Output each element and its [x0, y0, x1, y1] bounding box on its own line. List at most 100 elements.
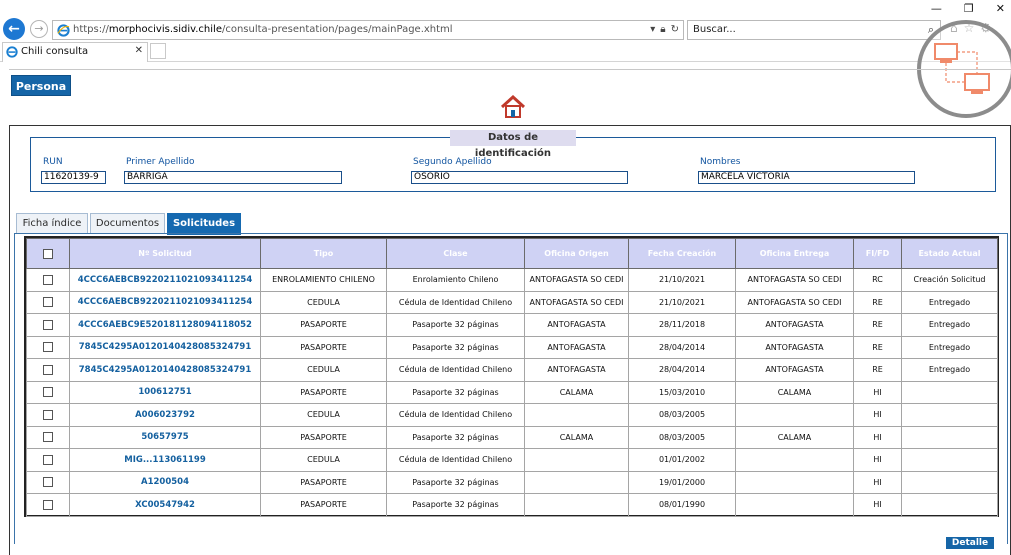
- lock-icon[interactable]: 🔒︎: [660, 24, 665, 35]
- search-box[interactable]: Buscar... ⌕: [687, 20, 941, 40]
- ie-logo-icon: [57, 24, 70, 37]
- table-cell: [901, 470, 998, 494]
- nombres-field[interactable]: MARCELA VICTORIA: [698, 171, 915, 184]
- back-arrow-icon: ←: [8, 21, 20, 37]
- table-cell: PASAPORTE: [260, 313, 387, 337]
- solicitud-link[interactable]: 4CCC6AEBCB9220211021093411254: [69, 290, 261, 314]
- col-header[interactable]: Fecha Creación: [628, 238, 736, 269]
- col-header[interactable]: Tipo: [260, 238, 387, 269]
- forward-arrow-icon: →: [34, 22, 44, 35]
- back-button[interactable]: ←: [3, 18, 25, 40]
- select-all-checkbox[interactable]: [43, 248, 53, 259]
- run-label: RUN: [43, 157, 63, 167]
- table-cell: ENROLAMIENTO CHILENO: [260, 268, 387, 292]
- segundo-apellido-label: Segundo Apellido: [413, 157, 492, 167]
- detalle-button[interactable]: Detalle: [946, 537, 994, 549]
- row-checkbox[interactable]: [43, 342, 53, 353]
- dropdown-icon[interactable]: ▾: [650, 24, 655, 35]
- table-cell: 08/03/2005: [628, 403, 736, 427]
- tab-solicitudes[interactable]: Solicitudes: [167, 213, 241, 235]
- table-cell: RC: [853, 268, 902, 292]
- row-checkbox[interactable]: [43, 454, 53, 465]
- primer-apellido-field[interactable]: BARRIGA: [124, 171, 342, 184]
- primer-apellido-label: Primer Apellido: [126, 157, 195, 167]
- table-row[interactable]: A1200504 PASAPORTE Pasaporte 32 páginas 19/…: [26, 470, 998, 494]
- table-row[interactable]: XC00547942 PASAPORTE Pasaporte 32 páginas 0…: [26, 493, 998, 517]
- solicitud-link[interactable]: MIG...113061199: [69, 448, 261, 472]
- solicitud-link[interactable]: A006023792: [69, 403, 261, 427]
- solicitud-link[interactable]: 7845C4295A0120140428085324791: [69, 335, 261, 359]
- table-cell: RE: [853, 335, 902, 359]
- table-row[interactable]: 4CCC6AEBC9E520181128094118052 PASAPORTE Pa…: [26, 313, 998, 337]
- table-row[interactable]: 7845C4295A0120140428085324791 PASAPORTE Pa…: [26, 335, 998, 359]
- tab-documentos[interactable]: Documentos: [90, 213, 165, 234]
- solicitud-link[interactable]: 4CCC6AEBC9E520181128094118052: [69, 313, 261, 337]
- table-cell: [524, 493, 629, 517]
- tab-close-icon[interactable]: ✕: [135, 45, 143, 56]
- table-cell: Creación Solicitud: [901, 268, 998, 292]
- solicitud-link[interactable]: 100612751: [69, 380, 261, 404]
- fieldset-legend: Datos de identificación: [450, 130, 576, 159]
- table-cell: [735, 470, 854, 494]
- home-icon[interactable]: [500, 95, 526, 119]
- table-cell: 28/04/2014: [628, 335, 736, 359]
- run-field[interactable]: 11620139-9: [41, 171, 106, 184]
- table-cell: CALAMA: [524, 425, 629, 449]
- table-cell: 08/03/2005: [628, 425, 736, 449]
- row-checkbox[interactable]: [43, 477, 53, 488]
- table-row[interactable]: 50657975 PASAPORTE Pasaporte 32 páginas CAL…: [26, 425, 998, 449]
- row-checkbox[interactable]: [43, 432, 53, 443]
- col-header[interactable]: Oficina Origen: [524, 238, 629, 269]
- table-row[interactable]: 100612751 PASAPORTE Pasaporte 32 páginas CA…: [26, 380, 998, 404]
- minimize-button[interactable]: —: [931, 2, 942, 15]
- table-cell: Pasaporte 32 páginas: [386, 313, 525, 337]
- refresh-icon[interactable]: ↻: [671, 24, 679, 35]
- row-checkbox[interactable]: [43, 499, 53, 510]
- tab-ficha-indice[interactable]: Ficha índice: [16, 213, 88, 234]
- solicitud-link[interactable]: 50657975: [69, 425, 261, 449]
- address-row: ← → https://morphocivis.sidiv.chile/cons…: [0, 18, 1011, 42]
- row-checkbox[interactable]: [43, 319, 53, 330]
- table-cell: Cédula de Identidad Chileno: [386, 403, 525, 427]
- col-header[interactable]: Oficina Entrega: [735, 238, 854, 269]
- table-cell: Cédula de Identidad Chileno: [386, 290, 525, 314]
- solicitud-link[interactable]: 7845C4295A0120140428085324791: [69, 358, 261, 382]
- solicitud-link[interactable]: 4CCC6AEBCB9220211021093411254: [69, 268, 261, 292]
- table-cell: PASAPORTE: [260, 470, 387, 494]
- row-checkbox[interactable]: [43, 274, 53, 285]
- table-cell: ANTOFAGASTA SO CEDI: [735, 268, 854, 292]
- table-cell: RE: [853, 358, 902, 382]
- table-cell: CALAMA: [524, 380, 629, 404]
- table-row[interactable]: 7845C4295A0120140428085324791 CEDULA Cédul…: [26, 358, 998, 382]
- address-bar[interactable]: https://morphocivis.sidiv.chile/consulta…: [52, 20, 684, 40]
- solicitud-link[interactable]: A1200504: [69, 470, 261, 494]
- table-row[interactable]: 4CCC6AEBCB9220211021093411254 ENROLAMIENT…: [26, 268, 998, 292]
- row-checkbox[interactable]: [43, 409, 53, 420]
- close-window-button[interactable]: ✕: [996, 2, 1005, 15]
- row-checkbox[interactable]: [43, 364, 53, 375]
- col-header[interactable]: Nº Solicitud: [69, 238, 261, 269]
- new-tab-button[interactable]: [150, 43, 166, 59]
- row-checkbox-cell: [26, 380, 70, 404]
- row-checkbox[interactable]: [43, 387, 53, 398]
- restore-button[interactable]: ❐: [964, 2, 974, 15]
- segundo-apellido-field[interactable]: OSORIO: [411, 171, 628, 184]
- search-input[interactable]: Buscar...: [693, 24, 736, 35]
- table-cell: [524, 448, 629, 472]
- table-cell: Pasaporte 32 páginas: [386, 470, 525, 494]
- col-header[interactable]: Estado Actual: [901, 238, 998, 269]
- col-header[interactable]: Clase: [386, 238, 525, 269]
- browser-tab[interactable]: Chili consulta ✕: [2, 42, 148, 62]
- forward-button[interactable]: →: [30, 20, 48, 38]
- window-titlebar: — ❐ ✕: [0, 0, 1011, 18]
- row-checkbox[interactable]: [43, 297, 53, 308]
- solicitud-link[interactable]: XC00547942: [69, 493, 261, 517]
- col-header[interactable]: FI/FD: [853, 238, 902, 269]
- table-row[interactable]: MIG...113061199 CEDULA Cédula de Identidad…: [26, 448, 998, 472]
- table-cell: Entregado: [901, 335, 998, 359]
- window-controls: — ❐ ✕: [931, 2, 1005, 15]
- table-row[interactable]: 4CCC6AEBCB9220211021093411254 CEDULA Cédul…: [26, 290, 998, 314]
- table-row[interactable]: A006023792 CEDULA Cédula de Identidad Chil…: [26, 403, 998, 427]
- persona-tab[interactable]: Persona: [11, 75, 71, 96]
- table-header-row: Nº Solicitud Tipo Clase Oficina Origen F…: [26, 238, 998, 269]
